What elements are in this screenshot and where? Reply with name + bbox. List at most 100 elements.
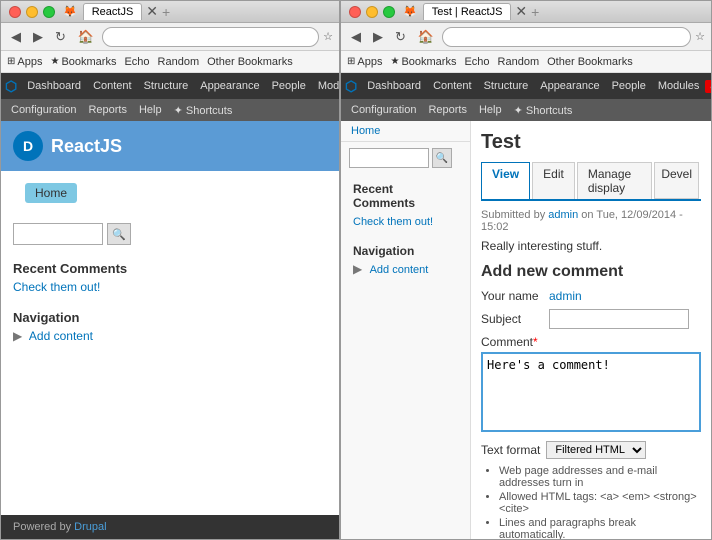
bookmark-apps[interactable]: ⊞ Apps <box>7 56 42 68</box>
address-bar[interactable]: rct.dev <box>102 27 319 47</box>
left-browser-toolbar: ◀ ▶ ↻ 🏠 rct.dev ☆ <box>1 23 339 51</box>
maximize-button[interactable] <box>43 6 55 18</box>
navigation-link-row: ▶ Add content <box>13 329 327 343</box>
right-browser-icon: 🦊 <box>403 5 417 18</box>
right-nav-structure[interactable]: Structure <box>478 73 535 99</box>
tab-devel[interactable]: Devel <box>654 162 699 199</box>
add-comment-title: Add new comment <box>481 263 701 281</box>
right-bookmark-random[interactable]: Random <box>498 56 540 68</box>
right-drupal-logo: ⬡ <box>345 78 357 95</box>
right-reload-button[interactable]: ↻ <box>391 27 410 47</box>
right-site-content: Home 🔍 Recent Comments Check them out! N… <box>341 121 711 539</box>
drupal-link[interactable]: Drupal <box>74 521 106 533</box>
comment-textarea[interactable]: Here's a comment! <box>481 352 701 432</box>
close-tab-icon[interactable]: ✕ <box>146 3 158 20</box>
left-titlebar: 🦊 ReactJS ✕ + <box>1 1 339 23</box>
sub-nav-help[interactable]: Help <box>133 104 168 116</box>
right-close-button[interactable] <box>349 6 361 18</box>
sub-nav-reports[interactable]: Reports <box>82 104 133 116</box>
right-nav-modules[interactable]: Modules <box>652 73 706 99</box>
right-sub-nav-shortcuts[interactable]: ✦ Shortcuts <box>508 104 579 117</box>
right-bookmark-other[interactable]: Other Bookmarks <box>547 56 633 68</box>
right-sidebar: Home 🔍 Recent Comments Check them out! N… <box>341 121 471 539</box>
recent-comments-title: Recent Comments <box>13 261 327 276</box>
bookmark-echo[interactable]: Echo <box>124 56 149 68</box>
subject-input[interactable] <box>549 309 689 329</box>
right-bookmark-echo[interactable]: Echo <box>464 56 489 68</box>
recent-comments-link[interactable]: Check them out! <box>13 280 100 294</box>
text-format-row: Text format Filtered HTML <box>481 441 701 459</box>
right-browser-tab[interactable]: Test | ReactJS <box>423 3 512 20</box>
comment-required: * <box>533 335 538 349</box>
reload-button[interactable]: ↻ <box>51 27 70 47</box>
nav-content[interactable]: Content <box>87 73 138 99</box>
tab-view[interactable]: View <box>481 162 530 199</box>
right-home-button[interactable]: 🏠 <box>414 27 438 47</box>
right-sub-nav-configuration[interactable]: Configuration <box>345 104 422 116</box>
right-nav-appearance[interactable]: Appearance <box>534 73 605 99</box>
right-new-tab-icon[interactable]: + <box>531 4 539 20</box>
right-titlebar: 🦊 Test | ReactJS ✕ + <box>341 1 711 23</box>
add-content-link[interactable]: Add content <box>29 329 93 343</box>
right-nav-arrow-icon: ▶ <box>353 262 362 276</box>
search-input[interactable] <box>13 223 103 245</box>
right-maximize-button[interactable] <box>383 6 395 18</box>
browser-tab[interactable]: ReactJS <box>83 3 143 20</box>
powered-by-bar: Powered by Drupal <box>1 515 339 539</box>
right-bookmark-apps[interactable]: ⊞ Apps <box>347 56 382 68</box>
nav-appearance[interactable]: Appearance <box>194 73 265 99</box>
right-window-controls <box>349 6 395 18</box>
right-star-icon[interactable]: ☆ <box>695 30 705 43</box>
right-nav-people[interactable]: People <box>606 73 652 99</box>
back-button[interactable]: ◀ <box>7 27 25 47</box>
nav-structure[interactable]: Structure <box>138 73 195 99</box>
right-sub-nav-reports[interactable]: Reports <box>422 104 473 116</box>
browser-icon: 🦊 <box>63 5 77 18</box>
right-back-button[interactable]: ◀ <box>347 27 365 47</box>
right-add-content-link[interactable]: Add content <box>370 264 429 276</box>
nav-dashboard[interactable]: Dashboard <box>21 73 87 99</box>
content-tabs: View Edit Manage display Devel <box>481 162 701 201</box>
subject-label: Subject <box>481 312 541 326</box>
text-format-select[interactable]: Filtered HTML <box>546 441 646 459</box>
right-nav-dashboard[interactable]: Dashboard <box>361 73 427 99</box>
nav-people[interactable]: People <box>266 73 312 99</box>
submitted-by-link[interactable]: admin <box>548 209 578 221</box>
right-sub-nav-help[interactable]: Help <box>473 104 508 116</box>
nav-modules[interactable]: Modules <box>312 73 340 99</box>
left-body: D ReactJS Home 🔍 Recent Comments Check t… <box>1 121 339 515</box>
sub-nav-shortcuts[interactable]: ✦ Shortcuts <box>168 104 239 117</box>
bookmark-other[interactable]: Other Bookmarks <box>207 56 293 68</box>
right-layout: Home 🔍 Recent Comments Check them out! N… <box>341 121 711 539</box>
home-button[interactable]: 🏠 <box>74 27 98 47</box>
tab-edit[interactable]: Edit <box>532 162 575 199</box>
right-nav-content[interactable]: Content <box>427 73 478 99</box>
right-apps-icon: ⊞ <box>347 56 355 67</box>
subject-row: Subject <box>481 309 701 329</box>
right-address-bar[interactable]: rct.dev/conten... <box>442 27 691 47</box>
right-forward-button[interactable]: ▶ <box>369 27 387 47</box>
home-tab[interactable]: Home <box>25 183 77 203</box>
tab-manage-display[interactable]: Manage display <box>577 162 652 199</box>
right-search-input[interactable] <box>349 148 429 168</box>
search-button[interactable]: 🔍 <box>107 223 131 245</box>
right-search-button[interactable]: 🔍 <box>432 148 452 168</box>
right-minimize-button[interactable] <box>366 6 378 18</box>
your-name-value[interactable]: admin <box>549 289 582 303</box>
close-button[interactable] <box>9 6 21 18</box>
star-icon[interactable]: ☆ <box>323 30 333 43</box>
minimize-button[interactable] <box>26 6 38 18</box>
comment-label: Comment* <box>481 335 701 349</box>
bookmark-bookmarks[interactable]: ★ Bookmarks <box>50 56 116 68</box>
right-toolbar-extras: ☆ <box>695 30 705 43</box>
right-admin-badge[interactable]: admin <box>705 80 712 93</box>
recent-comments-section: Recent Comments Check them out! <box>1 253 339 302</box>
right-close-tab-icon[interactable]: ✕ <box>515 3 527 20</box>
right-recent-comments-link[interactable]: Check them out! <box>353 216 433 228</box>
drupal-logo: ⬡ <box>5 78 17 95</box>
bookmark-random[interactable]: Random <box>158 56 200 68</box>
forward-button[interactable]: ▶ <box>29 27 47 47</box>
right-bookmark-bookmarks[interactable]: ★ Bookmarks <box>390 56 456 68</box>
new-tab-icon[interactable]: + <box>162 4 170 20</box>
sub-nav-configuration[interactable]: Configuration <box>5 104 82 116</box>
